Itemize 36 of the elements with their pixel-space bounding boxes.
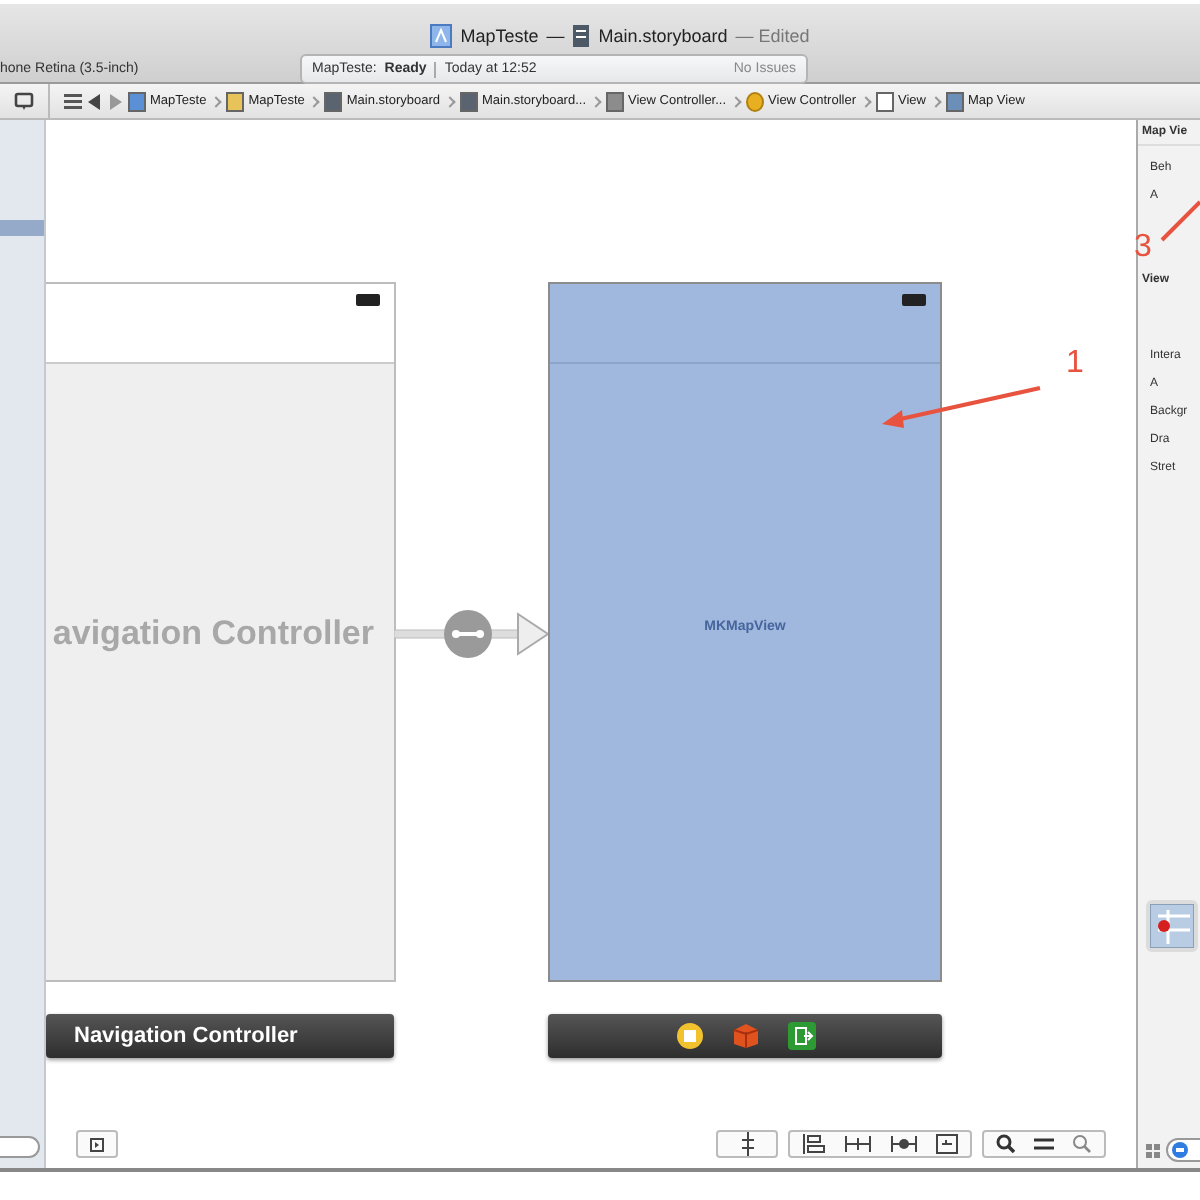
scene-title: avigation Controller — [52, 614, 374, 654]
zoom-in-icon[interactable] — [1072, 1134, 1092, 1154]
segue-arrow[interactable] — [394, 608, 550, 660]
project-icon — [430, 24, 453, 48]
annotation-number: 3 — [1134, 230, 1152, 266]
library-filter-field[interactable] — [1166, 1138, 1200, 1162]
comment-icon[interactable] — [14, 91, 34, 111]
resize-icon[interactable] — [936, 1134, 958, 1154]
pin-spacing-icon[interactable] — [844, 1134, 872, 1154]
actual-size-icon[interactable] — [1034, 1136, 1054, 1152]
exit-icon[interactable] — [787, 1022, 815, 1050]
document-title: Main.storyboard — [598, 26, 728, 46]
annotation-number: 1 — [1066, 346, 1084, 382]
edited-status: — Edited — [735, 26, 810, 46]
constraint-button[interactable] — [716, 1130, 778, 1158]
play-icon — [90, 1137, 104, 1151]
map-view-icon — [1150, 904, 1194, 948]
window-title: MapTeste — [460, 26, 539, 46]
zoom-out-icon[interactable] — [996, 1134, 1016, 1154]
filter-field[interactable] — [0, 1136, 40, 1158]
grid-icon[interactable] — [64, 92, 82, 110]
align-icon[interactable] — [802, 1134, 826, 1154]
pin-icon — [739, 1132, 755, 1156]
battery-icon — [356, 294, 382, 306]
filter-icon — [1172, 1142, 1188, 1158]
title-separator: — — [546, 26, 565, 46]
battery-icon — [902, 294, 928, 306]
back-icon[interactable] — [88, 93, 102, 109]
scene-dock[interactable]: Navigation Controller — [46, 1014, 394, 1058]
grid-view-icon[interactable] — [1146, 1143, 1160, 1157]
view-controller-icon[interactable] — [675, 1022, 703, 1050]
storyboard-icon — [572, 24, 591, 48]
document-outline-button[interactable] — [76, 1130, 118, 1158]
resolve-icon[interactable] — [890, 1134, 918, 1154]
library-item[interactable] — [1146, 900, 1198, 952]
cube-icon[interactable] — [731, 1022, 759, 1050]
